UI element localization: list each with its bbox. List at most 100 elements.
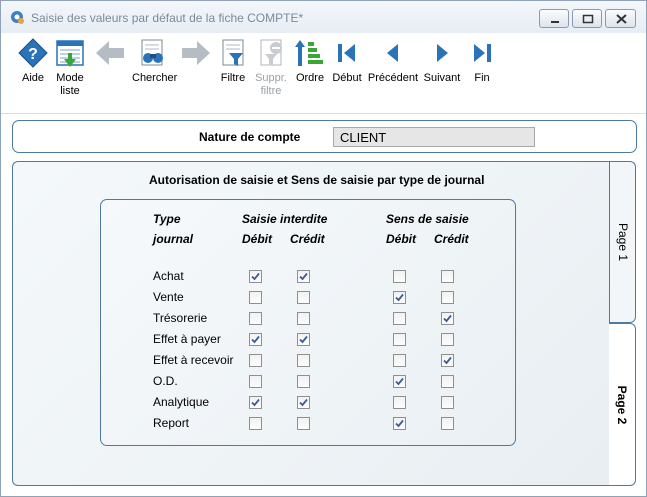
- checkbox-saisie-credit[interactable]: [297, 354, 310, 367]
- next-icon: [437, 44, 448, 62]
- minimize-button[interactable]: [539, 9, 569, 28]
- next-button[interactable]: Suivant: [422, 37, 462, 85]
- toolbar: ? Aide Mode liste Chercher Filtre Suppr.…: [1, 33, 646, 113]
- back-button[interactable]: [93, 37, 127, 69]
- remove-filter-icon: [260, 39, 282, 66]
- checkbox-saisie-debit[interactable]: [249, 333, 262, 346]
- checkmark-icon: [251, 272, 260, 281]
- debit-header-2: Débit: [386, 232, 416, 246]
- checkbox-sens-debit[interactable]: [393, 375, 406, 388]
- journal-row-label: Trésorerie: [153, 311, 208, 325]
- checkbox-sens-debit[interactable]: [393, 270, 406, 283]
- filter-icon: [222, 39, 244, 66]
- app-gear-icon: [11, 11, 24, 24]
- checkbox-saisie-credit[interactable]: [297, 312, 310, 325]
- checkbox-sens-credit[interactable]: [441, 270, 454, 283]
- close-icon: [616, 14, 627, 24]
- checkbox-saisie-credit[interactable]: [297, 333, 310, 346]
- close-button[interactable]: [605, 9, 636, 28]
- help-icon: ?: [18, 38, 48, 68]
- checkbox-sens-debit[interactable]: [393, 333, 406, 346]
- journal-row-label: Analytique: [153, 395, 210, 409]
- credit-header-1: Crédit: [290, 232, 325, 246]
- minimize-icon: [551, 21, 559, 23]
- checkmark-icon: [443, 356, 452, 365]
- group-saisie-interdite: Saisie interdite: [242, 212, 328, 226]
- toolbar-separator: [1, 113, 646, 114]
- col-type-header: Type: [153, 212, 181, 226]
- credit-header-2: Crédit: [434, 232, 469, 246]
- arrow-right-icon: [182, 41, 210, 65]
- checkbox-sens-credit[interactable]: [441, 417, 454, 430]
- checkbox-sens-debit[interactable]: [393, 417, 406, 430]
- journal-row-label: Vente: [153, 290, 184, 304]
- previous-icon: [387, 44, 398, 62]
- sort-icon: [295, 40, 323, 66]
- checkbox-saisie-credit[interactable]: [297, 396, 310, 409]
- checkmark-icon: [299, 272, 308, 281]
- help-button[interactable]: ? Aide: [16, 37, 50, 85]
- last-icon: [474, 44, 491, 62]
- last-button[interactable]: Fin: [465, 37, 499, 85]
- debit-header-1: Débit: [242, 232, 272, 246]
- checkbox-saisie-credit[interactable]: [297, 291, 310, 304]
- checkbox-saisie-credit[interactable]: [297, 417, 310, 430]
- checkbox-saisie-debit[interactable]: [249, 396, 262, 409]
- main-window: Saisie des valeurs par défaut de la fich…: [0, 0, 647, 497]
- checkbox-saisie-credit[interactable]: [297, 375, 310, 388]
- sort-button[interactable]: Ordre: [293, 37, 327, 85]
- binoculars-icon: [141, 39, 163, 66]
- checkbox-sens-credit[interactable]: [441, 375, 454, 388]
- maximize-icon: [582, 14, 594, 24]
- checkbox-saisie-debit[interactable]: [249, 270, 262, 283]
- svg-text:?: ?: [28, 46, 38, 63]
- checkmark-icon: [251, 335, 260, 344]
- checkmark-icon: [443, 314, 452, 323]
- checkbox-saisie-credit[interactable]: [297, 270, 310, 283]
- first-button[interactable]: Début: [330, 37, 364, 85]
- remove-filter-button[interactable]: Suppr. filtre: [253, 37, 289, 98]
- checkmark-icon: [395, 293, 404, 302]
- checkmark-icon: [299, 335, 308, 344]
- checkmark-icon: [251, 398, 260, 407]
- forward-button[interactable]: [179, 37, 213, 69]
- group-sens-saisie: Sens de saisie: [386, 212, 469, 226]
- account-nature-field[interactable]: CLIENT: [333, 127, 535, 147]
- checkbox-sens-credit[interactable]: [441, 354, 454, 367]
- account-nature-label: Nature de compte: [199, 130, 301, 144]
- previous-button[interactable]: Précédent: [367, 37, 419, 85]
- checkbox-sens-credit[interactable]: [441, 291, 454, 304]
- checkbox-sens-credit[interactable]: [441, 312, 454, 325]
- panel-title: Autorisation de saisie et Sens de saisie…: [149, 173, 485, 187]
- col-journal-header: journal: [153, 232, 194, 246]
- first-icon: [338, 44, 355, 62]
- journal-row-label: O.D.: [153, 374, 178, 388]
- list-mode-button[interactable]: Mode liste: [53, 37, 87, 98]
- filter-button[interactable]: Filtre: [216, 37, 250, 85]
- checkbox-sens-debit[interactable]: [393, 312, 406, 325]
- checkbox-saisie-debit[interactable]: [249, 375, 262, 388]
- checkbox-saisie-debit[interactable]: [249, 291, 262, 304]
- checkbox-saisie-debit[interactable]: [249, 417, 262, 430]
- checkmark-icon: [299, 398, 308, 407]
- checkbox-sens-debit[interactable]: [393, 291, 406, 304]
- checkbox-sens-debit[interactable]: [393, 354, 406, 367]
- header-panel: Nature de compte CLIENT: [12, 120, 637, 153]
- maximize-button[interactable]: [572, 9, 602, 28]
- journal-row-label: Effet à payer: [153, 332, 221, 346]
- checkmark-icon: [395, 419, 404, 428]
- tab-page-2[interactable]: Page 2: [609, 323, 636, 486]
- arrow-left-icon: [96, 41, 124, 65]
- search-button[interactable]: Chercher: [132, 37, 177, 85]
- title-bar: Saisie des valeurs par défaut de la fich…: [1, 1, 646, 33]
- journal-row-label: Effet à recevoir: [153, 353, 234, 367]
- checkbox-sens-credit[interactable]: [441, 396, 454, 409]
- tab-page-1[interactable]: Page 1: [609, 161, 636, 323]
- journal-row-label: Achat: [153, 269, 184, 283]
- checkbox-sens-debit[interactable]: [393, 396, 406, 409]
- checkbox-saisie-debit[interactable]: [249, 354, 262, 367]
- window-title: Saisie des valeurs par défaut de la fich…: [31, 11, 304, 25]
- checkbox-sens-credit[interactable]: [441, 333, 454, 346]
- checkmark-icon: [395, 377, 404, 386]
- checkbox-saisie-debit[interactable]: [249, 312, 262, 325]
